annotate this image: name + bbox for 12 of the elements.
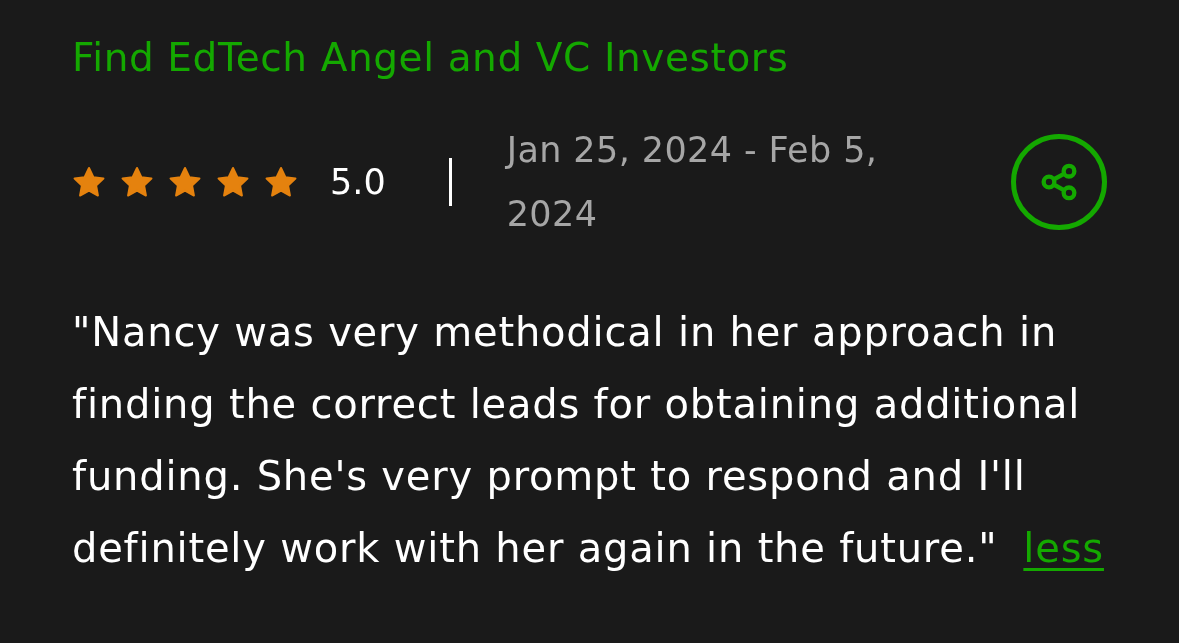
star-icon <box>168 165 202 199</box>
less-link[interactable]: less <box>1023 525 1104 571</box>
star-icon <box>120 165 154 199</box>
star-icon <box>216 165 250 199</box>
project-title: Find EdTech Angel and VC Investors <box>72 34 789 82</box>
star-icon <box>264 165 298 199</box>
date-range: Jan 25, 2024 - Feb 5, 2024 <box>506 129 879 236</box>
review-text: "Nancy was very methodical in her approach in finding the correct leads for obtaining additional funding. She's very prompt to respond and I'll definitely work with her again in the future." less <box>72 308 1105 573</box>
star-icon <box>72 165 106 199</box>
share-button[interactable] <box>1011 134 1107 230</box>
share-icon <box>1039 162 1079 202</box>
rating-score: 5.0 <box>330 161 386 204</box>
